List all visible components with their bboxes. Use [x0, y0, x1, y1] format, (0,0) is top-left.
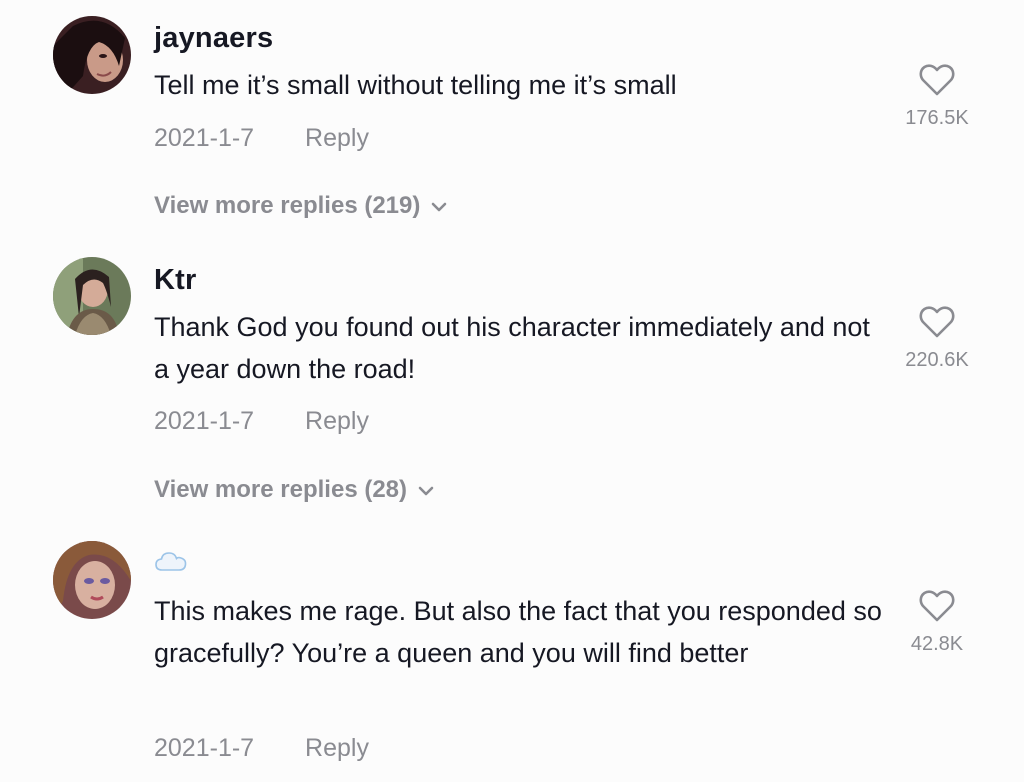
- view-more-replies-label: View more replies (219): [154, 192, 421, 219]
- avatar[interactable]: [53, 257, 131, 335]
- like-count: 176.5K: [905, 107, 969, 129]
- username[interactable]: jaynaers: [154, 22, 273, 55]
- comment-text: This makes me rage. But also the fact th…: [154, 596, 882, 668]
- heart-icon[interactable]: [919, 306, 955, 343]
- like-control: 176.5K: [887, 64, 987, 130]
- comment-text: Thank God you found out his character im…: [154, 312, 870, 384]
- reply-button[interactable]: Reply: [305, 124, 369, 153]
- comment-date: 2021-1-7: [154, 124, 255, 152]
- reply-button[interactable]: Reply: [305, 407, 369, 436]
- like-count: 220.6K: [905, 349, 969, 371]
- comment-meta: 2021-1-7 Reply: [154, 734, 369, 763]
- comment-date: 2021-1-7: [154, 407, 255, 435]
- avatar[interactable]: [53, 541, 131, 619]
- comment-date: 2021-1-7: [154, 734, 255, 762]
- view-more-replies[interactable]: View more replies (28): [154, 476, 435, 504]
- comment-list: jaynaers Tell me it’s small without tell…: [0, 0, 1024, 782]
- view-more-replies[interactable]: View more replies (219): [154, 192, 448, 220]
- heart-icon[interactable]: [919, 590, 955, 627]
- chevron-down-icon: [418, 486, 434, 495]
- like-control: 42.8K: [887, 590, 987, 656]
- comment-text: Tell me it’s small without telling me it…: [154, 70, 677, 100]
- like-control: 220.6K: [887, 306, 987, 372]
- reply-button[interactable]: Reply: [305, 734, 369, 763]
- avatar[interactable]: [53, 16, 131, 94]
- heart-icon[interactable]: [919, 64, 955, 101]
- username[interactable]: Ktr: [154, 264, 197, 297]
- comment-meta: 2021-1-7 Reply: [154, 407, 369, 436]
- username[interactable]: [154, 549, 188, 578]
- like-count: 42.8K: [910, 633, 964, 655]
- chevron-down-icon: [432, 202, 447, 211]
- cloud-icon: [155, 552, 187, 571]
- view-more-replies-label: View more replies (28): [154, 476, 408, 503]
- comment-meta: 2021-1-7 Reply: [154, 124, 369, 153]
